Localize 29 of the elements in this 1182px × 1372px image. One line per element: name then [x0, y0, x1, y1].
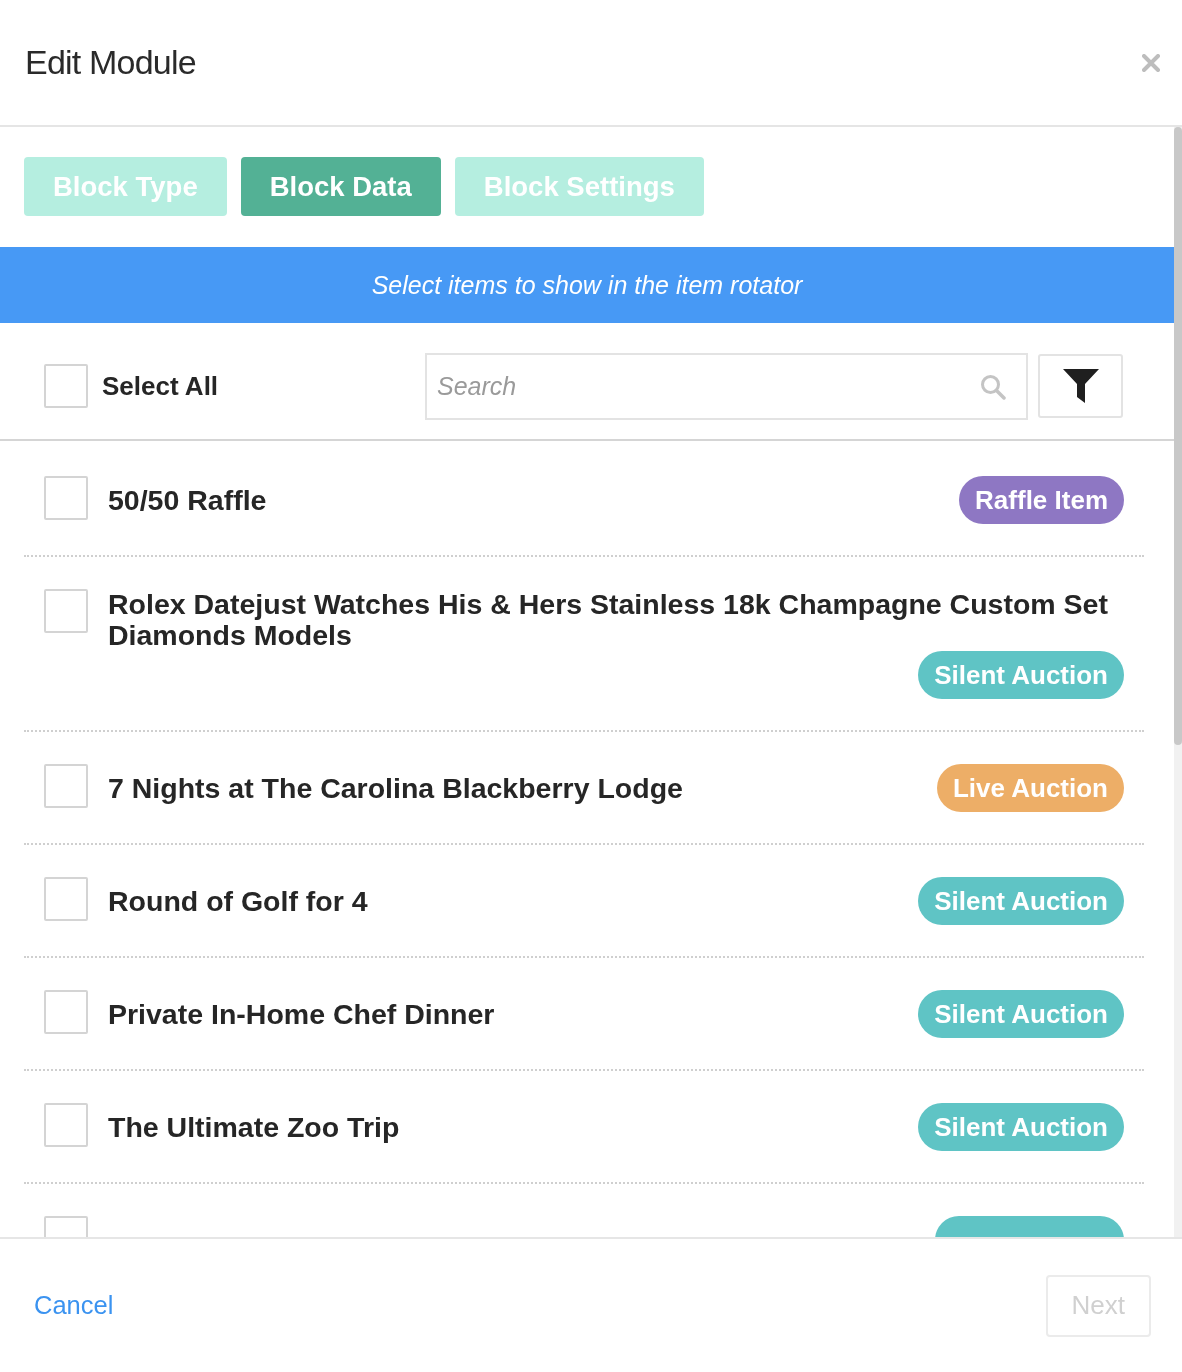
category-badge: Silent Auction — [918, 877, 1124, 925]
item-title[interactable]: Rolex Datejust Watches His & Hers Stainless 18k Champagne Custom Set Diamonds Models — [108, 589, 1124, 651]
item-checkbox[interactable] — [44, 990, 88, 1034]
item-title[interactable]: 50/50 Raffle — [108, 484, 267, 516]
search-icon[interactable] — [980, 373, 1006, 400]
item-title[interactable]: 7 Nights at The Carolina Blackberry Lodge — [108, 772, 683, 804]
item-checkbox[interactable] — [44, 476, 88, 520]
close-icon[interactable] — [1142, 53, 1160, 72]
instruction-text: Select items to show in the item rotator — [371, 270, 803, 300]
scrollbar-track[interactable] — [1174, 127, 1182, 1237]
item-checkbox[interactable] — [44, 764, 88, 808]
item-title[interactable]: Private In-Home Chef Dinner — [108, 998, 495, 1030]
item-title[interactable]: The Ultimate Zoo Trip — [108, 1111, 400, 1143]
window-title: Edit Module — [25, 43, 196, 82]
item-checkbox[interactable] — [44, 877, 88, 921]
item-checkbox[interactable] — [44, 1103, 88, 1147]
category-badge: Silent Auction — [918, 651, 1124, 699]
search-field[interactable]: Search — [425, 352, 1028, 420]
select-all-label[interactable]: Select All — [102, 370, 219, 402]
category-badge: Raffle Item — [959, 476, 1124, 524]
item-checkbox[interactable] — [44, 589, 88, 633]
item-title[interactable]: Round of Golf for 4 — [108, 885, 368, 917]
category-badge: Silent Auction — [918, 990, 1124, 1038]
select-all-checkbox[interactable] — [44, 364, 88, 408]
filter-icon — [1062, 369, 1099, 403]
category-badge: Live Auction — [936, 764, 1124, 812]
category-badge: Silent Auction — [918, 1103, 1124, 1151]
filter-button[interactable] — [1038, 354, 1123, 418]
scrollbar-thumb[interactable] — [1174, 127, 1182, 745]
